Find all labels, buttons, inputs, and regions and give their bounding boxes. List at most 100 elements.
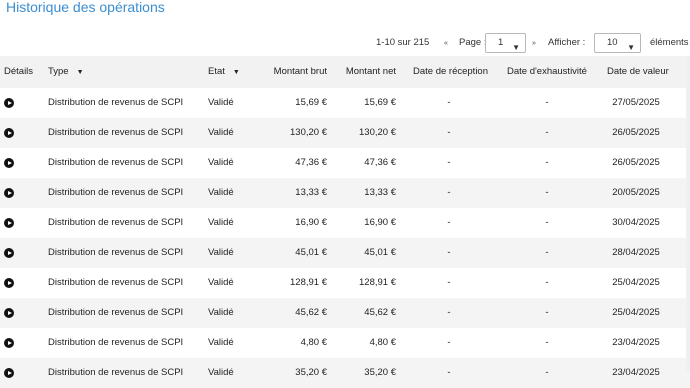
previous-page-icon[interactable]: « [444, 33, 448, 55]
cell-date-reception: - [447, 307, 451, 318]
cell-type: Distribution de revenus de SCPI [48, 97, 184, 108]
cell-montant-brut: 35,20 € [295, 367, 327, 378]
cell-date-exhaustivite: - [545, 277, 549, 288]
cell-etat: Validé [208, 367, 234, 378]
cell-montant-net: 47,36 € [364, 157, 396, 168]
vertical-scrollbar[interactable] [686, 56, 690, 372]
header-montant-brut: Montant brut [273, 66, 327, 77]
operations-table: Détails Type ▼ Etat ▼ Montant brut Montant… [0, 56, 690, 388]
cell-montant-net: 128,91 € [359, 277, 396, 288]
cell-date-reception: - [447, 217, 451, 228]
pagination-bar: 1-10 sur 215 « Page : 1 ▼ » Afficher : 1… [0, 33, 690, 53]
cell-type: Distribution de revenus de SCPI [48, 217, 184, 228]
cell-date-exhaustivite: - [545, 157, 549, 168]
header-date-reception: Date de réception [413, 66, 488, 77]
header-etat-label: Etat [208, 66, 225, 77]
page-select[interactable]: 1 ▼ [485, 33, 526, 53]
cell-montant-net: 16,90 € [364, 217, 396, 228]
cell-type: Distribution de revenus de SCPI [48, 157, 184, 168]
cell-montant-net: 15,69 € [364, 97, 396, 108]
play-circle-icon[interactable] [4, 278, 14, 288]
table-row: Distribution de revenus de SCPI Validé 1… [0, 118, 690, 148]
cell-date-exhaustivite: - [545, 127, 549, 138]
cell-date-valeur: 23/04/2025 [612, 337, 660, 348]
elements-label: éléments [650, 37, 689, 48]
cell-etat: Validé [208, 217, 234, 228]
cell-date-exhaustivite: - [545, 217, 549, 228]
table-row: Distribution de revenus de SCPI Validé 3… [0, 358, 690, 388]
play-circle-icon[interactable] [4, 248, 14, 258]
cell-type: Distribution de revenus de SCPI [48, 307, 184, 318]
cell-date-exhaustivite: - [545, 337, 549, 348]
cell-montant-brut: 4,80 € [300, 337, 327, 348]
cell-date-valeur: 26/05/2025 [612, 157, 660, 168]
cell-type: Distribution de revenus de SCPI [48, 277, 184, 288]
cell-montant-net: 13,33 € [364, 187, 396, 198]
cell-montant-net: 45,01 € [364, 247, 396, 258]
cell-type: Distribution de revenus de SCPI [48, 337, 184, 348]
header-date-exhaustivite: Date d'exhaustivité [507, 66, 587, 77]
cell-montant-net: 4,80 € [369, 337, 396, 348]
cell-etat: Validé [208, 157, 234, 168]
page-size-label: Afficher : [548, 37, 586, 48]
table-row: Distribution de revenus de SCPI Validé 4… [0, 238, 690, 268]
cell-date-reception: - [447, 157, 451, 168]
cell-date-valeur: 25/04/2025 [612, 307, 660, 318]
page-size-value: 10 [607, 37, 618, 48]
cell-date-valeur: 27/05/2025 [612, 97, 660, 108]
table-row: Distribution de revenus de SCPI Validé 1… [0, 88, 690, 118]
header-date-valeur: Date de valeur [607, 66, 669, 77]
cell-type: Distribution de revenus de SCPI [48, 187, 184, 198]
cell-date-exhaustivite: - [545, 307, 549, 318]
play-circle-icon[interactable] [4, 188, 14, 198]
table-row: Distribution de revenus de SCPI Validé 4… [0, 148, 690, 178]
cell-montant-brut: 45,01 € [295, 247, 327, 258]
cell-montant-brut: 47,36 € [295, 157, 327, 168]
cell-date-reception: - [447, 277, 451, 288]
cell-montant-net: 130,20 € [359, 127, 396, 138]
cell-date-exhaustivite: - [545, 367, 549, 378]
cell-date-reception: - [447, 97, 451, 108]
page-size-select[interactable]: 10 ▼ [594, 33, 641, 53]
play-circle-icon[interactable] [4, 338, 14, 348]
cell-date-reception: - [447, 187, 451, 198]
header-type[interactable]: Type ▼ [48, 56, 84, 89]
cell-etat: Validé [208, 247, 234, 258]
cell-montant-brut: 16,90 € [295, 217, 327, 228]
play-circle-icon[interactable] [4, 368, 14, 378]
cell-montant-brut: 45,62 € [295, 307, 327, 318]
cell-montant-brut: 15,69 € [295, 97, 327, 108]
cell-etat: Validé [208, 337, 234, 348]
cell-etat: Validé [208, 187, 234, 198]
cell-etat: Validé [208, 277, 234, 288]
cell-date-valeur: 28/04/2025 [612, 247, 660, 258]
cell-montant-brut: 128,91 € [290, 277, 327, 288]
play-circle-icon[interactable] [4, 98, 14, 108]
cell-type: Distribution de revenus de SCPI [48, 367, 184, 378]
play-circle-icon[interactable] [4, 158, 14, 168]
caret-down-icon[interactable]: ▼ [77, 69, 84, 76]
table-row: Distribution de revenus de SCPI Validé 1… [0, 178, 690, 208]
table-row: Distribution de revenus de SCPI Validé 4… [0, 298, 690, 328]
caret-down-icon[interactable]: ▼ [233, 69, 240, 76]
cell-date-valeur: 25/04/2025 [612, 277, 660, 288]
cell-type: Distribution de revenus de SCPI [48, 127, 184, 138]
header-etat[interactable]: Etat ▼ [208, 56, 240, 89]
next-page-icon[interactable]: » [532, 33, 536, 55]
cell-date-exhaustivite: - [545, 97, 549, 108]
cell-etat: Validé [208, 97, 234, 108]
cell-date-valeur: 20/05/2025 [612, 187, 660, 198]
cell-type: Distribution de revenus de SCPI [48, 247, 184, 258]
header-details: Détails [4, 66, 34, 77]
table-header: Détails Type ▼ Etat ▼ Montant brut Montant… [0, 56, 690, 88]
play-circle-icon[interactable] [4, 218, 14, 228]
cell-date-reception: - [447, 127, 451, 138]
cell-montant-net: 35,20 € [364, 367, 396, 378]
result-range: 1-10 sur 215 [376, 37, 430, 48]
play-circle-icon[interactable] [4, 308, 14, 318]
cell-date-exhaustivite: - [545, 247, 549, 258]
cell-date-valeur: 30/04/2025 [612, 217, 660, 228]
cell-date-reception: - [447, 367, 451, 378]
play-circle-icon[interactable] [4, 128, 14, 138]
cell-date-valeur: 23/04/2025 [612, 367, 660, 378]
